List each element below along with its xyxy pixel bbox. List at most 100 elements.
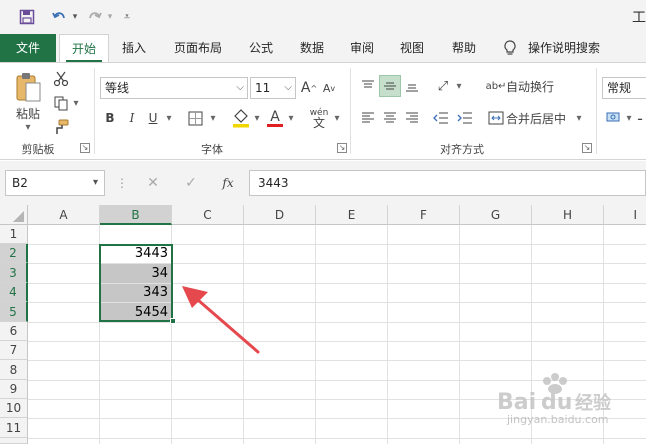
row-header-7[interactable]: 7 (0, 341, 28, 360)
cut-icon[interactable] (50, 69, 72, 89)
accounting-format-icon[interactable] (604, 107, 624, 129)
redo-icon[interactable] (84, 7, 106, 27)
grid-line (315, 225, 316, 444)
align-top-icon[interactable] (357, 75, 379, 97)
alignment-launcher-icon[interactable]: ↘ (582, 143, 592, 153)
font-color-button[interactable]: A (264, 105, 286, 131)
ribbon-separator (596, 68, 597, 154)
column-header-g[interactable]: G (460, 205, 532, 225)
column-header-c[interactable]: C (172, 205, 244, 225)
wrap-text-icon[interactable]: ab↵ (486, 75, 507, 97)
underline-dropdown-icon[interactable]: ▾ (164, 111, 174, 125)
wrap-text-button[interactable]: 自动换行 (506, 75, 562, 97)
increase-indent-icon[interactable] (454, 107, 476, 129)
row-header-5[interactable]: 5 (0, 302, 28, 322)
borders-dropdown-icon[interactable]: ▾ (208, 111, 218, 125)
row-header-12[interactable]: 12 (0, 438, 28, 444)
column-header-f[interactable]: F (388, 205, 460, 225)
row-header-3[interactable]: 3 (0, 263, 28, 283)
tab-page-layout[interactable]: 页面布局 (162, 34, 234, 62)
font-name-combo[interactable]: 等线 ⌵ (100, 77, 248, 99)
tab-file[interactable]: 文件 (0, 34, 56, 62)
paste-icon[interactable] (12, 69, 44, 105)
phonetic-dropdown-icon[interactable]: ▾ (332, 111, 342, 125)
fill-color-icon[interactable] (230, 105, 252, 131)
paste-button[interactable]: 粘贴 (10, 105, 46, 121)
merge-center-dropdown-icon[interactable]: ▾ (574, 111, 584, 125)
grow-font-button[interactable]: A ^ (300, 77, 318, 99)
font-name-value: 等线 (105, 81, 130, 95)
tab-formulas[interactable]: 公式 (240, 34, 282, 62)
format-painter-icon[interactable] (50, 117, 72, 137)
font-color-dropdown-icon[interactable]: ▾ (286, 111, 296, 125)
row-header-2[interactable]: 2 (0, 244, 28, 263)
row-header-6[interactable]: 6 (0, 322, 28, 341)
bold-button[interactable]: B (101, 107, 119, 129)
underline-button[interactable]: U (144, 107, 162, 129)
column-header-d[interactable]: D (244, 205, 316, 225)
customize-qat-icon[interactable]: ⩡ (120, 7, 134, 27)
row-header-11[interactable]: 11 (0, 418, 28, 438)
decrease-indent-icon[interactable] (430, 107, 452, 129)
name-box[interactable]: B2 ▾ (5, 170, 105, 196)
column-header-b[interactable]: B (100, 205, 172, 225)
lightbulb-icon[interactable] (502, 34, 518, 62)
tab-review[interactable]: 审阅 (340, 34, 384, 62)
merge-center-button[interactable]: 合并后居中 (506, 107, 572, 129)
copy-dropdown-icon[interactable]: ▾ (72, 97, 80, 109)
orientation-icon[interactable]: ⤢ (432, 75, 454, 97)
clipboard-launcher-icon[interactable]: ↘ (80, 143, 90, 153)
align-middle-icon[interactable] (379, 75, 401, 97)
tell-me-search[interactable]: 操作说明搜索 (528, 34, 638, 62)
tab-home[interactable]: 开始 (59, 34, 109, 63)
confirm-entry-icon[interactable]: ✓ (182, 173, 200, 193)
row-header-8[interactable]: 8 (0, 360, 28, 380)
column-header-a[interactable]: A (28, 205, 100, 225)
copy-icon[interactable] (50, 93, 72, 113)
annotation-arrow-icon (182, 286, 260, 354)
align-center-icon[interactable] (379, 107, 401, 129)
fill-color-dropdown-icon[interactable]: ▾ (252, 111, 262, 125)
undo-icon[interactable] (48, 7, 70, 27)
ribbon-separator (94, 68, 95, 154)
phonetic-button[interactable]: wén 文 (306, 105, 332, 131)
row-header-1[interactable]: 1 (0, 225, 28, 244)
shrink-font-button[interactable]: Av (320, 77, 338, 99)
italic-button[interactable]: I (123, 107, 141, 129)
align-left-icon[interactable] (357, 107, 379, 129)
percent-icon[interactable]: - (634, 107, 646, 129)
cancel-entry-icon[interactable]: ✕ (144, 173, 162, 193)
insert-function-button[interactable]: fx (218, 173, 238, 193)
select-all-corner[interactable] (0, 205, 28, 225)
paste-dropdown-icon[interactable]: ▾ (20, 121, 36, 133)
svg-text:Bai: Bai (497, 390, 536, 415)
row-header-9[interactable]: 9 (0, 380, 28, 399)
row-header-10[interactable]: 10 (0, 399, 28, 418)
font-launcher-icon[interactable]: ↘ (337, 143, 347, 153)
column-header-i[interactable]: I (604, 205, 646, 225)
tab-help[interactable]: 帮助 (440, 34, 488, 62)
ribbon-separator (350, 68, 351, 154)
accounting-dropdown-icon[interactable]: ▾ (624, 111, 634, 125)
orientation-dropdown-icon[interactable]: ▾ (454, 79, 464, 93)
save-icon[interactable] (16, 7, 38, 27)
formula-bar-splitter-icon[interactable]: ⋮ (116, 173, 128, 193)
tab-data[interactable]: 数据 (288, 34, 336, 62)
align-bottom-icon[interactable] (401, 75, 423, 97)
redo-dropdown-icon[interactable]: ▾ (105, 7, 115, 27)
window-title: 工 (632, 10, 646, 26)
font-size-combo[interactable]: 11 ⌵ (250, 77, 296, 99)
borders-icon[interactable] (184, 107, 206, 129)
merge-center-icon[interactable] (486, 107, 506, 129)
undo-dropdown-icon[interactable]: ▾ (70, 7, 80, 27)
number-format-combo[interactable]: 常规 (602, 77, 646, 99)
column-header-e[interactable]: E (316, 205, 388, 225)
tab-view[interactable]: 视图 (390, 34, 434, 62)
row-header-4[interactable]: 4 (0, 283, 28, 302)
font-color-label: A (270, 108, 280, 125)
svg-text:经验: 经验 (575, 392, 612, 414)
column-header-h[interactable]: H (532, 205, 604, 225)
formula-input[interactable]: 3443 (249, 170, 646, 196)
align-right-icon[interactable] (401, 107, 423, 129)
tab-insert[interactable]: 插入 (112, 34, 156, 62)
